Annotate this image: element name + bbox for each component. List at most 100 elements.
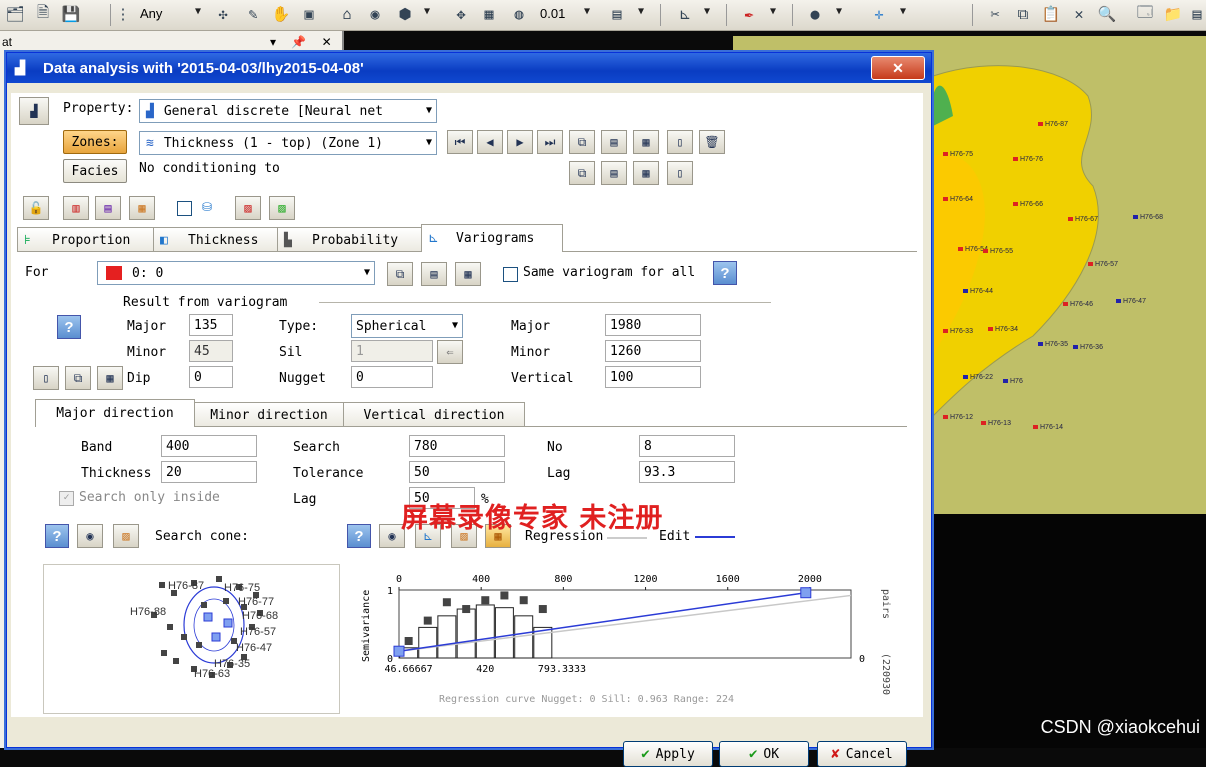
copy-icon[interactable]: ⧉: [569, 161, 595, 185]
type-select[interactable]: Spherical ▼: [351, 314, 463, 338]
globe-icon[interactable]: ◍: [508, 3, 530, 25]
step-dropdown-icon[interactable]: ▼: [584, 6, 590, 17]
filter-icon[interactable]: ✣: [212, 3, 234, 25]
nugget-field[interactable]: 0: [351, 366, 433, 388]
table-icon[interactable]: ▦: [97, 366, 123, 390]
paste-all-icon[interactable]: ▦: [633, 130, 659, 154]
paste-icon[interactable]: ▤: [601, 161, 627, 185]
paste-all-icon[interactable]: ▦: [455, 262, 481, 286]
first-icon[interactable]: ⏮: [447, 130, 473, 154]
search-only-inside-checkbox[interactable]: ✓: [59, 491, 74, 506]
same-variogram-checkbox[interactable]: [503, 267, 518, 282]
palette-icon[interactable]: ▤: [606, 3, 628, 25]
copy-icon[interactable]: ⧉: [65, 366, 91, 390]
cut-icon[interactable]: ✂: [984, 3, 1006, 25]
analysis-icon[interactable]: ▟: [19, 97, 49, 125]
range-vertical-field[interactable]: 100: [605, 366, 701, 388]
search-cone-plot[interactable]: H76-87 H76-75 H76-77 H76-68 H76-57 H76-47 H76-…: [43, 564, 340, 714]
facies-button[interactable]: Facies: [63, 159, 127, 183]
search-field[interactable]: 780: [409, 435, 505, 457]
help-icon[interactable]: ?: [57, 315, 81, 339]
dialog-titlebar[interactable]: ▟ Data analysis with '2015-04-03/lhy2015…: [7, 53, 931, 83]
help-icon[interactable]: ?: [713, 261, 737, 285]
layers-icon[interactable]: ▣: [298, 3, 320, 25]
property-select[interactable]: ▟ General discrete [Neural net ▼: [139, 99, 437, 123]
crosshair-dropdown-icon[interactable]: ▼: [900, 6, 906, 17]
filter-dropdown-icon[interactable]: ▼: [195, 6, 201, 17]
home-icon[interactable]: ⌂: [336, 3, 358, 25]
crosshair-icon[interactable]: ✛: [868, 3, 890, 25]
help-icon[interactable]: ?: [347, 524, 371, 548]
no-lags-field[interactable]: 8: [639, 435, 735, 457]
subtab-vertical-direction[interactable]: Vertical direction: [343, 402, 525, 427]
image-icon[interactable]: ▨: [235, 196, 261, 220]
copy-icon[interactable]: ⧉: [569, 130, 595, 154]
hand-icon[interactable]: ✋: [270, 3, 292, 25]
box-icon[interactable]: ▦: [478, 3, 500, 25]
axis-icon[interactable]: ⊾: [674, 3, 696, 25]
paste-icon[interactable]: 📋: [1040, 3, 1062, 25]
pen-icon[interactable]: ✒: [738, 3, 760, 25]
database-icon[interactable]: ⛁: [195, 196, 219, 218]
for-select[interactable]: 0: 0 ▼: [97, 261, 375, 285]
sphere-icon[interactable]: ●: [804, 3, 826, 25]
variogram-chart[interactable]: 0 400 800 1200 1600 2000 46.66667 420 793.3333 1 0…: [353, 564, 901, 712]
thickness-field[interactable]: 20: [161, 461, 257, 483]
pane-controls[interactable]: ▾ 📌 ✕: [270, 35, 338, 49]
move-icon[interactable]: ✥: [450, 3, 472, 25]
close-button[interactable]: ✕: [871, 56, 925, 80]
properties-icon[interactable]: 🗎: [32, 3, 54, 25]
tab-proportion[interactable]: ⊧ Proportion: [17, 227, 155, 252]
arrow-left-icon[interactable]: ⇐: [437, 340, 463, 364]
palette-dropdown-icon[interactable]: ▼: [638, 6, 644, 17]
help-icon[interactable]: ?: [45, 524, 69, 548]
zones-select[interactable]: ≋ Thickness (1 - top) (Zone 1) ▼: [139, 131, 437, 155]
new-icon[interactable]: ▯: [33, 366, 59, 390]
image-icon[interactable]: ▨: [113, 524, 139, 548]
folder-icon[interactable]: 📁: [1162, 3, 1184, 25]
cube-icon[interactable]: ⬢: [394, 3, 416, 25]
option-checkbox[interactable]: [177, 201, 192, 216]
new-page-icon[interactable]: ▯: [667, 130, 693, 154]
copy-icon[interactable]: ⧉: [387, 262, 413, 286]
subtab-major-direction[interactable]: Major direction: [35, 399, 195, 427]
lock-icon[interactable]: 🔓: [23, 196, 49, 220]
new-page-icon[interactable]: ▯: [667, 161, 693, 185]
tab-variograms[interactable]: ⊾ Variograms: [421, 224, 563, 252]
last-icon[interactable]: ⏭: [537, 130, 563, 154]
step-value[interactable]: 0.01: [540, 6, 565, 21]
range-minor-field[interactable]: 1260: [605, 340, 701, 362]
paste-icon[interactable]: ▤: [601, 130, 627, 154]
band-field[interactable]: 400: [161, 435, 257, 457]
save-icon[interactable]: 💾: [60, 3, 82, 25]
image-alt-icon[interactable]: ▨: [269, 196, 295, 220]
pen-dropdown-icon[interactable]: ▼: [770, 6, 776, 17]
delete-icon[interactable]: ✕: [1068, 3, 1090, 25]
bars-icon[interactable]: ▥: [63, 196, 89, 220]
window-icon[interactable]: 🗔: [1134, 3, 1156, 25]
grid-colors-icon[interactable]: ▦: [129, 196, 155, 220]
delete-icon[interactable]: 🗑: [699, 130, 725, 154]
apply-button[interactable]: ✔ Apply: [623, 741, 713, 767]
filter-label[interactable]: Any: [140, 6, 162, 21]
dip-field[interactable]: 0: [189, 366, 233, 388]
paste-all-icon[interactable]: ▦: [633, 161, 659, 185]
axis-dropdown-icon[interactable]: ▼: [704, 6, 710, 17]
find-icon[interactable]: 🔍: [1096, 3, 1118, 25]
major-azimuth-field[interactable]: 135: [189, 314, 233, 336]
next-icon[interactable]: ▶: [507, 130, 533, 154]
tree-icon[interactable]: ▤: [1186, 3, 1206, 25]
ok-button[interactable]: ✔ OK: [719, 741, 809, 767]
lag-distance-field[interactable]: 93.3: [639, 461, 735, 483]
range-major-field[interactable]: 1980: [605, 314, 701, 336]
cube-dropdown-icon[interactable]: ▼: [424, 6, 430, 17]
tolerance-field[interactable]: 50: [409, 461, 505, 483]
subtab-minor-direction[interactable]: Minor direction: [193, 402, 345, 427]
previous-icon[interactable]: ◀: [477, 130, 503, 154]
tab-thickness[interactable]: ◧ Thickness: [153, 227, 279, 252]
edit-icon[interactable]: ✎: [242, 3, 264, 25]
tab-probability[interactable]: ▙ Probability: [277, 227, 423, 252]
zones-button[interactable]: Zones:: [63, 130, 127, 154]
histogram-icon[interactable]: ▤: [95, 196, 121, 220]
open-icon[interactable]: 🗂: [4, 3, 26, 25]
